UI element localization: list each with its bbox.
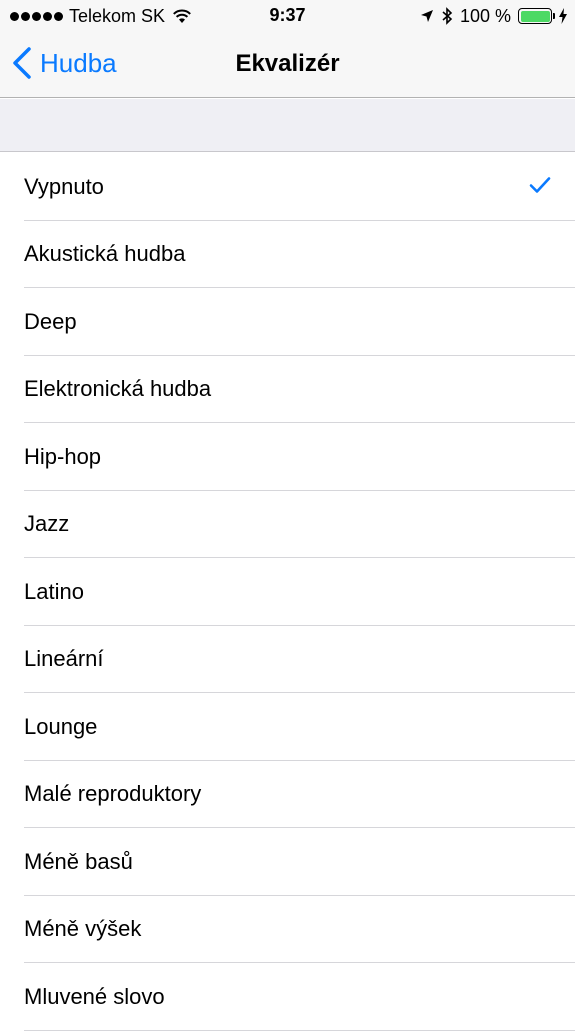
equalizer-option-label: Deep bbox=[24, 308, 77, 334]
equalizer-option[interactable]: Mluvené slovo bbox=[0, 963, 575, 1031]
equalizer-option[interactable]: Méně výšek bbox=[0, 896, 575, 964]
section-header-spacer bbox=[0, 99, 575, 152]
equalizer-option-label: Jazz bbox=[24, 511, 70, 537]
equalizer-option[interactable]: Malé reproduktory bbox=[0, 761, 575, 829]
checkmark-icon bbox=[529, 177, 551, 193]
equalizer-option[interactable]: Lounge bbox=[0, 693, 575, 761]
battery-icon bbox=[518, 8, 555, 24]
navigation-bar: Hudba Ekvalizér bbox=[0, 32, 575, 98]
equalizer-option-label: Hip-hop bbox=[24, 443, 102, 469]
equalizer-option-label: Akustická hudba bbox=[24, 241, 186, 267]
status-right: 100 % bbox=[420, 5, 567, 27]
battery-percent: 100 % bbox=[459, 5, 511, 26]
equalizer-option[interactable]: Vypnuto bbox=[0, 153, 575, 221]
equalizer-option[interactable]: Deep bbox=[0, 288, 575, 356]
equalizer-option[interactable]: Elektronická hudba bbox=[0, 356, 575, 424]
equalizer-list: Vypnuto Akustická hudba Deep Elektronická h… bbox=[0, 153, 575, 1031]
equalizer-option[interactable]: Akustická hudba bbox=[0, 221, 575, 289]
equalizer-option-label: Elektronická hudba bbox=[24, 376, 212, 402]
bluetooth-icon bbox=[442, 7, 453, 25]
equalizer-option[interactable]: Lineární bbox=[0, 626, 575, 694]
equalizer-option[interactable]: Jazz bbox=[0, 491, 575, 559]
equalizer-option[interactable]: Latino bbox=[0, 558, 575, 626]
equalizer-option-label: Latino bbox=[24, 578, 84, 604]
equalizer-option[interactable]: Hip-hop bbox=[0, 423, 575, 491]
equalizer-option-label: Méně výšek bbox=[24, 916, 142, 942]
location-arrow-icon bbox=[420, 10, 433, 22]
equalizer-option-label: Méně basů bbox=[24, 848, 133, 874]
equalizer-option-label: Lineární bbox=[24, 646, 104, 672]
equalizer-option-label: Vypnuto bbox=[24, 173, 104, 199]
page-title: Ekvalizér bbox=[235, 50, 340, 77]
equalizer-option-label: Malé reproduktory bbox=[24, 781, 202, 807]
equalizer-option-label: Lounge bbox=[24, 713, 98, 739]
status-bar: Telekom SK 9:37 100 % bbox=[0, 0, 575, 32]
charging-bolt-icon bbox=[559, 8, 567, 24]
equalizer-option[interactable]: Méně basů bbox=[0, 828, 575, 896]
equalizer-option-label: Mluvené slovo bbox=[24, 983, 165, 1009]
